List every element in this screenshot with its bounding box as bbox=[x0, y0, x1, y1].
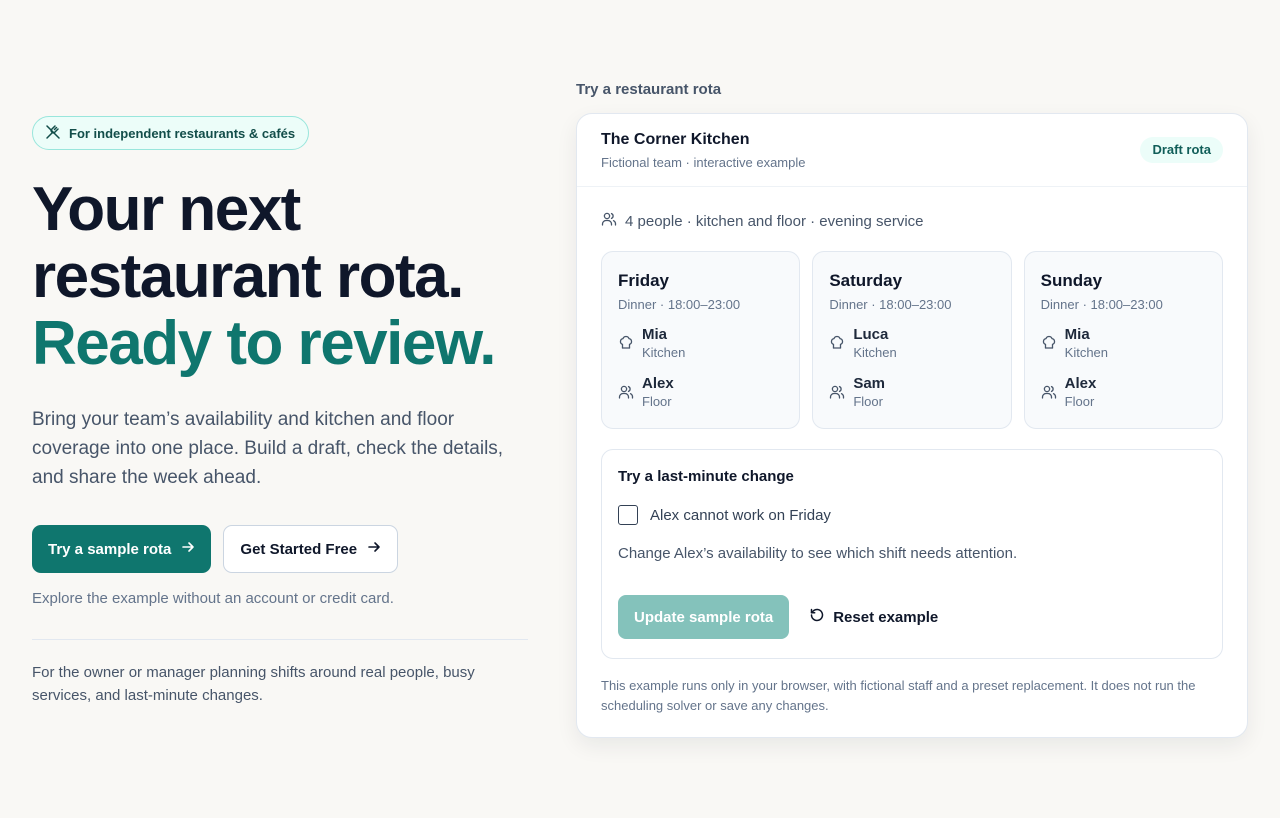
demo-disclaimer: This example runs only in your browser, … bbox=[601, 678, 1196, 713]
service-time: Dinner · 18:00–23:00 bbox=[829, 297, 952, 312]
audience-badge: For independent restaurants & cafés bbox=[32, 116, 310, 150]
staff-name: Alex bbox=[642, 375, 674, 392]
staff-entry: Alex Floor bbox=[1041, 375, 1206, 411]
hero-description: Bring your team’s availability and kitch… bbox=[32, 409, 504, 488]
arrow-right-icon bbox=[181, 540, 195, 558]
service-time: Dinner · 18:00–23:00 bbox=[1040, 297, 1163, 312]
day-card-sunday: Sunday Dinner · 18:00–23:00 Mia Kitchen bbox=[1023, 251, 1223, 429]
staff-role: Kitchen bbox=[1064, 345, 1109, 360]
change-panel-title: Try a last-minute change bbox=[618, 468, 794, 485]
divider bbox=[32, 639, 528, 640]
day-cards: Friday Dinner · 18:00–23:00 Mia Kitchen bbox=[601, 251, 1223, 429]
card-header: The Corner Kitchen Fictional team · inte… bbox=[577, 114, 1247, 187]
headline-accent: Ready to review. bbox=[32, 309, 497, 378]
staff-entry: Luca Kitchen bbox=[829, 326, 994, 362]
hero-headline: Your next restaurant rota. Ready to revi… bbox=[32, 176, 528, 377]
users-icon bbox=[618, 375, 634, 405]
day-name: Friday bbox=[618, 271, 670, 290]
demo-label: Try a restaurant rota bbox=[576, 81, 722, 98]
audience-text: For the owner or manager planning shifts… bbox=[32, 664, 475, 704]
staff-entry: Alex Floor bbox=[618, 375, 783, 411]
staff-role: Floor bbox=[853, 394, 883, 409]
chef-hat-icon bbox=[1041, 326, 1057, 356]
staff-entry: Sam Floor bbox=[829, 375, 994, 411]
reset-example-button[interactable]: Reset example bbox=[809, 607, 938, 627]
change-actions: Update sample rota Reset example bbox=[618, 595, 1206, 639]
day-card-friday: Friday Dinner · 18:00–23:00 Mia Kitchen bbox=[601, 251, 801, 429]
cta-row: Try a sample rota Get Started Free bbox=[32, 525, 528, 573]
rotate-ccw-icon bbox=[809, 607, 825, 627]
get-started-free-button[interactable]: Get Started Free bbox=[223, 525, 399, 573]
staff-name: Alex bbox=[1064, 375, 1097, 392]
try-sample-rota-label: Try a sample rota bbox=[48, 540, 172, 558]
hero-section: For independent restaurants & cafés Your… bbox=[32, 116, 528, 707]
restaurant-name: The Corner Kitchen bbox=[601, 131, 750, 148]
alex-unavailable-checkbox[interactable] bbox=[618, 505, 638, 525]
staff-role: Kitchen bbox=[853, 345, 897, 360]
staff-role: Kitchen bbox=[642, 345, 686, 360]
staff-name: Sam bbox=[853, 375, 886, 392]
checkbox-label: Alex cannot work on Friday bbox=[650, 506, 831, 524]
team-summary-text: 4 people · kitchen and floor · evening s… bbox=[625, 212, 924, 230]
staff-name: Luca bbox=[853, 326, 889, 343]
rota-demo-card: The Corner Kitchen Fictional team · inte… bbox=[576, 113, 1248, 738]
try-sample-rota-button[interactable]: Try a sample rota bbox=[32, 525, 212, 573]
staff-role: Floor bbox=[642, 394, 672, 409]
day-name: Sunday bbox=[1040, 271, 1103, 290]
staff-entry: Mia Kitchen bbox=[1041, 326, 1206, 362]
chef-hat-icon bbox=[618, 326, 634, 356]
team-summary: 4 people · kitchen and floor · evening s… bbox=[601, 211, 1223, 231]
demo-section: Try a restaurant rota The Corner Kitchen… bbox=[576, 80, 1248, 738]
staff-role: Floor bbox=[1064, 394, 1095, 409]
availability-toggle-row[interactable]: Alex cannot work on Friday bbox=[618, 505, 1206, 525]
utensils-crossed-icon bbox=[45, 124, 61, 143]
users-icon bbox=[829, 375, 845, 405]
staff-name: Mia bbox=[642, 326, 668, 343]
status-badge: Draft rota bbox=[1140, 137, 1223, 163]
restaurant-subtitle: Fictional team · interactive example bbox=[601, 155, 806, 170]
update-sample-rota-button[interactable]: Update sample rota bbox=[618, 595, 790, 639]
staff-entry: Mia Kitchen bbox=[618, 326, 783, 362]
users-icon bbox=[601, 211, 617, 231]
reset-example-label: Reset example bbox=[833, 608, 939, 626]
headline-line-2: restaurant rota. bbox=[32, 242, 464, 311]
staff-name: Mia bbox=[1064, 326, 1090, 343]
chef-hat-icon bbox=[829, 326, 845, 356]
change-help-text: Change Alex’s availability to see which … bbox=[618, 545, 1018, 562]
arrow-right-icon bbox=[367, 540, 381, 558]
last-minute-change-panel: Try a last-minute change Alex cannot wor… bbox=[601, 449, 1223, 659]
badge-label: For independent restaurants & cafés bbox=[69, 125, 296, 141]
day-name: Saturday bbox=[829, 271, 903, 290]
get-started-free-label: Get Started Free bbox=[240, 540, 358, 558]
day-card-saturday: Saturday Dinner · 18:00–23:00 Luca Kitch… bbox=[812, 251, 1012, 429]
service-time: Dinner · 18:00–23:00 bbox=[618, 297, 741, 312]
users-icon bbox=[1041, 375, 1057, 405]
headline-line-1: Your next bbox=[32, 175, 301, 244]
no-account-note: Explore the example without an account o… bbox=[32, 590, 394, 607]
